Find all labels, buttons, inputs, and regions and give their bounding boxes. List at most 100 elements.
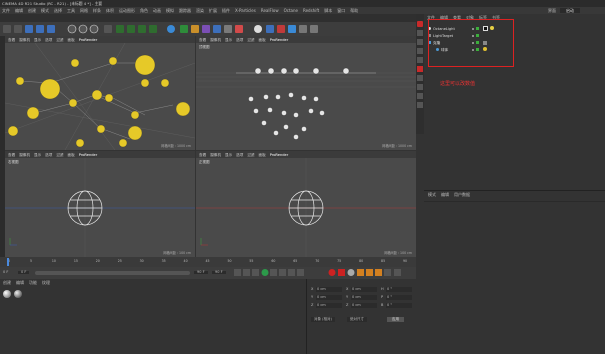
menu-display[interactable]: 显示 bbox=[34, 153, 41, 157]
menu-options[interactable]: 选项 bbox=[45, 153, 52, 157]
menu-item[interactable]: 运动图形 bbox=[119, 8, 135, 13]
menu-item[interactable]: 模式 bbox=[41, 8, 49, 13]
menu-item[interactable]: Redshift bbox=[303, 8, 319, 13]
palette-icon[interactable] bbox=[417, 48, 423, 54]
mat-menu-edit[interactable]: 编辑 bbox=[16, 281, 24, 285]
menu-item[interactable]: 动画 bbox=[153, 8, 161, 13]
apply-button[interactable]: 应用 bbox=[387, 317, 404, 322]
palette-icon[interactable] bbox=[417, 75, 423, 81]
palette-icon[interactable] bbox=[417, 102, 423, 108]
palette-icon[interactable] bbox=[417, 84, 423, 90]
mat-menu-function[interactable]: 功能 bbox=[29, 281, 37, 285]
palette-icon[interactable] bbox=[417, 57, 423, 63]
menu-options[interactable]: 选项 bbox=[236, 153, 243, 157]
palette-icon[interactable] bbox=[417, 93, 423, 99]
menu-item[interactable]: 体积 bbox=[106, 8, 114, 13]
mat-menu-create[interactable]: 创建 bbox=[3, 281, 11, 285]
rotation-p-field[interactable]: 0 ° bbox=[386, 295, 412, 300]
menu-item[interactable]: RealFlow bbox=[261, 8, 279, 13]
viewport-perspective[interactable]: 查看 摄像机 显示 选项 过滤 面板 ProRender 网格间距: 1000… bbox=[5, 36, 195, 150]
menu-item[interactable]: 样条 bbox=[93, 8, 101, 13]
palette-icon-octane[interactable] bbox=[417, 21, 423, 27]
tab-mode[interactable]: 模式 bbox=[428, 193, 436, 197]
attributes-tabs: 模式 编辑 用户数据 bbox=[428, 193, 475, 197]
position-x-field[interactable]: 0 cm bbox=[316, 287, 342, 292]
menu-panel[interactable]: 面板 bbox=[259, 38, 266, 42]
menu-item[interactable]: 窗口 bbox=[337, 8, 345, 13]
layout-dropdown[interactable]: 启动 bbox=[560, 8, 580, 13]
menu-view[interactable]: 查看 bbox=[8, 153, 15, 157]
menu-prorender[interactable]: ProRender bbox=[79, 38, 98, 42]
menu-item[interactable]: 工具 bbox=[67, 8, 75, 13]
menu-item[interactable]: 脚本 bbox=[324, 8, 332, 13]
end-frame[interactable]: 90 F bbox=[194, 270, 208, 274]
rotation-h-field[interactable]: 0 ° bbox=[386, 287, 412, 292]
range-slider[interactable] bbox=[35, 271, 190, 275]
menu-camera[interactable]: 摄像机 bbox=[19, 153, 30, 157]
menu-panel[interactable]: 面板 bbox=[68, 38, 75, 42]
viewport-right[interactable]: 查看 摄像机 显示 选项 过滤 面板 ProRender 右视图 网格间距 : 100 cm bbox=[5, 151, 195, 257]
menu-view[interactable]: 查看 bbox=[199, 153, 206, 157]
menu-filter[interactable]: 过滤 bbox=[56, 38, 63, 42]
menu-item[interactable]: 跟踪器 bbox=[179, 8, 191, 13]
menu-item[interactable]: 网格 bbox=[80, 8, 88, 13]
menu-filter[interactable]: 过滤 bbox=[247, 38, 254, 42]
palette-icon[interactable] bbox=[417, 30, 423, 36]
menu-item[interactable]: 创建 bbox=[28, 8, 36, 13]
viewport-front[interactable]: 查看 摄像机 显示 选项 过滤 面板 ProRender 正视图 网格间距 : 100 cm bbox=[196, 151, 416, 257]
timeline-tick-label: 85 bbox=[381, 259, 386, 263]
current-frame[interactable]: 0 F bbox=[3, 270, 8, 275]
menu-camera[interactable]: 摄像机 bbox=[210, 38, 221, 42]
menu-panel[interactable]: 面板 bbox=[259, 153, 266, 157]
menu-display[interactable]: 显示 bbox=[225, 38, 232, 42]
menu-options[interactable]: 选项 bbox=[45, 38, 52, 42]
menu-item[interactable]: 文件 bbox=[2, 8, 10, 13]
menu-item[interactable]: 帮助 bbox=[350, 8, 358, 13]
timeline[interactable]: 0 5 10 15 20 25 30 35 40 45 50 55 60 65 70 75 80 85 90 bbox=[0, 257, 416, 267]
tab-user-data[interactable]: 用户数据 bbox=[454, 193, 470, 197]
menu-panel[interactable]: 面板 bbox=[68, 153, 75, 157]
menu-item[interactable]: 扩展 bbox=[209, 8, 217, 13]
menu-prorender[interactable]: ProRender bbox=[270, 38, 289, 42]
menu-display[interactable]: 显示 bbox=[225, 153, 232, 157]
menu-display[interactable]: 显示 bbox=[34, 38, 41, 42]
menu-camera[interactable]: 摄像机 bbox=[210, 153, 221, 157]
palette-icon[interactable] bbox=[417, 39, 423, 45]
start-frame[interactable]: 0 F bbox=[18, 270, 30, 274]
size-x-field[interactable]: 0 cm bbox=[351, 287, 377, 292]
menu-prorender[interactable]: ProRender bbox=[79, 153, 98, 157]
menu-item[interactable]: Octane bbox=[284, 8, 298, 13]
palette-icon[interactable] bbox=[417, 66, 423, 72]
position-y-field[interactable]: 0 cm bbox=[316, 295, 342, 300]
position-z-field[interactable]: 0 cm bbox=[316, 303, 342, 308]
menu-item[interactable]: 模拟 bbox=[166, 8, 174, 13]
menu-view[interactable]: 查看 bbox=[8, 38, 15, 42]
size-mode-dropdown[interactable]: 绝对尺寸 bbox=[347, 317, 367, 322]
tab-edit[interactable]: 编辑 bbox=[441, 193, 449, 197]
transport-icons[interactable] bbox=[234, 269, 414, 277]
coord-mode-dropdown[interactable]: 对象 (相对) bbox=[311, 317, 335, 322]
menu-prorender[interactable]: ProRender bbox=[270, 153, 289, 157]
playhead-icon[interactable] bbox=[7, 258, 9, 266]
toolbar-icons[interactable] bbox=[0, 22, 420, 36]
menu-filter[interactable]: 过滤 bbox=[247, 153, 254, 157]
menu-item[interactable]: 选择 bbox=[54, 8, 62, 13]
size-z-field[interactable]: 0 cm bbox=[351, 303, 377, 308]
menu-item[interactable]: X-Particles bbox=[235, 8, 256, 13]
menu-filter[interactable]: 过滤 bbox=[56, 153, 63, 157]
menu-camera[interactable]: 摄像机 bbox=[19, 38, 30, 42]
mat-menu-texture[interactable]: 纹理 bbox=[42, 281, 50, 285]
viewport-top[interactable]: 查看 摄像机 显示 选项 过滤 面板 ProRender 顶视图 网格间距 : 1000 c… bbox=[196, 36, 416, 150]
material-swatch[interactable] bbox=[14, 290, 22, 298]
material-swatch[interactable] bbox=[3, 290, 11, 298]
size-y-field[interactable]: 0 cm bbox=[351, 295, 377, 300]
rotation-b-field[interactable]: 0 ° bbox=[386, 303, 412, 308]
menu-item[interactable]: 渲染 bbox=[196, 8, 204, 13]
menu-options[interactable]: 选项 bbox=[236, 38, 243, 42]
timeline-tick-label: 10 bbox=[51, 259, 56, 263]
menu-item[interactable]: 插件 bbox=[222, 8, 230, 13]
menu-item[interactable]: 编辑 bbox=[15, 8, 23, 13]
end-frame-2[interactable]: 90 F bbox=[212, 270, 226, 274]
menu-item[interactable]: 角色 bbox=[140, 8, 148, 13]
menu-view[interactable]: 查看 bbox=[199, 38, 206, 42]
